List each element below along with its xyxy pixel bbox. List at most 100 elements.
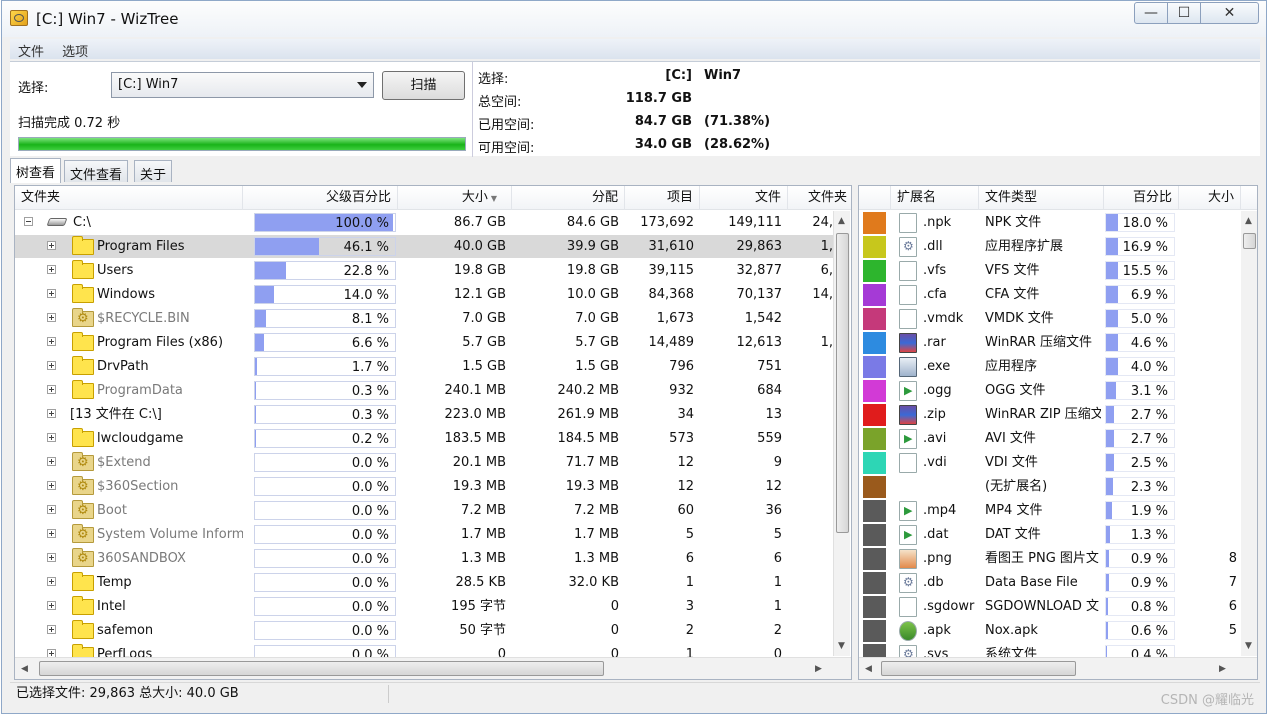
- ext-row[interactable]: .sgdowr SGDOWNLOAD 文 0.8 % 6: [859, 595, 1257, 619]
- ext-vscroll-thumb[interactable]: [1243, 233, 1256, 249]
- ext-row[interactable]: (无扩展名) 2.3 %: [859, 475, 1257, 499]
- ext-row[interactable]: .vmdk VMDK 文件 5.0 %: [859, 307, 1257, 331]
- col-extension[interactable]: 扩展名: [891, 186, 979, 210]
- ext-percent-cell: 1.9 %: [1104, 499, 1179, 522]
- tree-row[interactable]: DrvPath 1.7 % 1.5 GB 1.5 GB 796 751: [15, 355, 851, 379]
- tree-horizontal-scrollbar[interactable]: ◀ ▶: [15, 657, 851, 679]
- scroll-left-icon[interactable]: ◀: [21, 664, 28, 674]
- scroll-down-icon[interactable]: ▼: [1245, 641, 1252, 651]
- expand-icon[interactable]: [47, 337, 56, 346]
- ext-row[interactable]: .png 看图王 PNG 图片文 0.9 % 8: [859, 547, 1257, 571]
- ext-percent-bar: 2.7 %: [1105, 429, 1175, 448]
- col-parent-percent[interactable]: 父级百分比: [243, 186, 398, 210]
- close-button[interactable]: ✕: [1200, 2, 1259, 24]
- tree-vertical-scrollbar[interactable]: ▲ ▼: [833, 211, 850, 656]
- col-folder[interactable]: 文件夹: [15, 186, 243, 210]
- expand-icon[interactable]: [47, 505, 56, 514]
- tree-row[interactable]: Users 22.8 % 19.8 GB 19.8 GB 39,115 32,8…: [15, 259, 851, 283]
- scan-button[interactable]: 扫描: [382, 71, 465, 100]
- tree-row[interactable]: Program Files (x86) 6.6 % 5.7 GB 5.7 GB …: [15, 331, 851, 355]
- tree-row[interactable]: $360Section 0.0 % 19.3 MB 19.3 MB 12 12: [15, 475, 851, 499]
- tree-row[interactable]: Intel 0.0 % 195 字节 0 3 1: [15, 595, 851, 619]
- ext-row[interactable]: .ogg OGG 文件 3.1 %: [859, 379, 1257, 403]
- scroll-up-icon[interactable]: ▲: [1245, 216, 1252, 226]
- tree-row[interactable]: Program Files 46.1 % 40.0 GB 39.9 GB 31,…: [15, 235, 851, 259]
- ext-size-cell: [1179, 355, 1241, 378]
- tree-row[interactable]: lwcloudgame 0.2 % 183.5 MB 184.5 MB 573 …: [15, 427, 851, 451]
- ext-row[interactable]: .dll 应用程序扩展 16.9 %: [859, 235, 1257, 259]
- expand-icon[interactable]: [47, 265, 56, 274]
- col-allocated[interactable]: 分配: [512, 186, 625, 210]
- tab-file-view[interactable]: 文件查看: [64, 160, 129, 183]
- expand-icon[interactable]: [47, 385, 56, 394]
- col-file-type[interactable]: 文件类型: [979, 186, 1104, 210]
- ext-horizontal-scrollbar[interactable]: ◀ ▶: [859, 657, 1257, 679]
- expand-icon[interactable]: [47, 409, 56, 418]
- maximize-button[interactable]: ☐: [1167, 2, 1201, 24]
- expand-icon[interactable]: [47, 529, 56, 538]
- tab-about[interactable]: 关于: [134, 160, 173, 183]
- menu-file[interactable]: 文件: [10, 39, 50, 60]
- expand-icon[interactable]: [47, 625, 56, 634]
- ext-row[interactable]: .avi AVI 文件 2.7 %: [859, 427, 1257, 451]
- ext-row[interactable]: .rar WinRAR 压缩文件 4.6 %: [859, 331, 1257, 355]
- col-color[interactable]: [859, 186, 891, 210]
- folders-cell: [788, 595, 833, 618]
- tree-row[interactable]: $RECYCLE.BIN 8.1 % 7.0 GB 7.0 GB 1,673 1…: [15, 307, 851, 331]
- ext-row[interactable]: .npk NPK 文件 18.0 %: [859, 211, 1257, 235]
- tree-row[interactable]: ProgramData 0.3 % 240.1 MB 240.2 MB 932 …: [15, 379, 851, 403]
- ext-row[interactable]: .dat DAT 文件 1.3 %: [859, 523, 1257, 547]
- scroll-up-icon[interactable]: ▲: [838, 216, 845, 226]
- col-ext-size[interactable]: 大小: [1179, 186, 1241, 210]
- expand-icon[interactable]: [47, 481, 56, 490]
- scroll-down-icon[interactable]: ▼: [838, 641, 845, 651]
- ext-vertical-scrollbar[interactable]: ▲ ▼: [1241, 211, 1257, 656]
- tree-row[interactable]: safemon 0.0 % 50 字节 0 2 2: [15, 619, 851, 643]
- expand-icon[interactable]: [47, 361, 56, 370]
- tree-row[interactable]: Windows 14.0 % 12.1 GB 10.0 GB 84,368 70…: [15, 283, 851, 307]
- expand-icon[interactable]: [47, 601, 56, 610]
- scroll-right-icon[interactable]: ▶: [1219, 664, 1226, 674]
- expand-icon[interactable]: [47, 457, 56, 466]
- tree-vscroll-thumb[interactable]: [836, 233, 849, 533]
- col-items[interactable]: 项目: [625, 186, 700, 210]
- ext-row[interactable]: .mp4 MP4 文件 1.9 %: [859, 499, 1257, 523]
- folder-name: Boot: [97, 503, 127, 518]
- expand-icon[interactable]: [47, 289, 56, 298]
- scroll-right-icon[interactable]: ▶: [815, 664, 822, 674]
- tree-row[interactable]: [13 文件在 C:\] 0.3 % 223.0 MB 261.9 MB 34 …: [15, 403, 851, 427]
- collapse-icon[interactable]: [24, 217, 33, 226]
- tree-hscroll-thumb[interactable]: [39, 661, 604, 676]
- minimize-button[interactable]: —: [1134, 2, 1168, 24]
- col-folders[interactable]: 文件夹: [788, 186, 851, 210]
- tree-row[interactable]: 360SANDBOX 0.0 % 1.3 MB 1.3 MB 6 6: [15, 547, 851, 571]
- expand-icon[interactable]: [47, 553, 56, 562]
- expand-icon[interactable]: [47, 577, 56, 586]
- tree-row[interactable]: C:\ 100.0 % 86.7 GB 84.6 GB 173,692 149,…: [15, 211, 851, 235]
- title-bar[interactable]: [C:] Win7 - WizTree — ☐ ✕: [2, 1, 1266, 37]
- ext-hscroll-thumb[interactable]: [881, 661, 1076, 676]
- tree-row[interactable]: $Extend 0.0 % 20.1 MB 71.7 MB 12 9: [15, 451, 851, 475]
- ext-row[interactable]: .exe 应用程序 4.0 %: [859, 355, 1257, 379]
- expand-icon[interactable]: [47, 241, 56, 250]
- col-files[interactable]: 文件: [700, 186, 788, 210]
- expand-icon[interactable]: [47, 433, 56, 442]
- col-percent[interactable]: 百分比: [1104, 186, 1179, 210]
- ext-row[interactable]: .vdi VDI 文件 2.5 %: [859, 451, 1257, 475]
- expand-icon[interactable]: [47, 313, 56, 322]
- color-swatch: [863, 404, 886, 426]
- ext-row[interactable]: .zip WinRAR ZIP 压缩文 2.7 %: [859, 403, 1257, 427]
- tab-tree-view[interactable]: 树查看: [10, 158, 62, 183]
- scroll-left-icon[interactable]: ◀: [865, 664, 872, 674]
- col-size[interactable]: 大小 ▼: [398, 186, 512, 210]
- tree-row[interactable]: Temp 0.0 % 28.5 KB 32.0 KB 1 1: [15, 571, 851, 595]
- tree-row[interactable]: Boot 0.0 % 7.2 MB 7.2 MB 60 36: [15, 499, 851, 523]
- ext-row[interactable]: .apk Nox.apk 0.6 % 5: [859, 619, 1257, 643]
- menu-options[interactable]: 选项: [54, 39, 94, 60]
- drive-select[interactable]: [C:] Win7: [111, 72, 374, 98]
- tree-row[interactable]: System Volume Inform 0.0 % 1.7 MB 1.7 MB…: [15, 523, 851, 547]
- allocated-cell: 19.3 MB: [565, 479, 619, 494]
- ext-row[interactable]: .vfs VFS 文件 15.5 %: [859, 259, 1257, 283]
- ext-row[interactable]: .cfa CFA 文件 6.9 %: [859, 283, 1257, 307]
- ext-row[interactable]: .db Data Base File 0.9 % 7: [859, 571, 1257, 595]
